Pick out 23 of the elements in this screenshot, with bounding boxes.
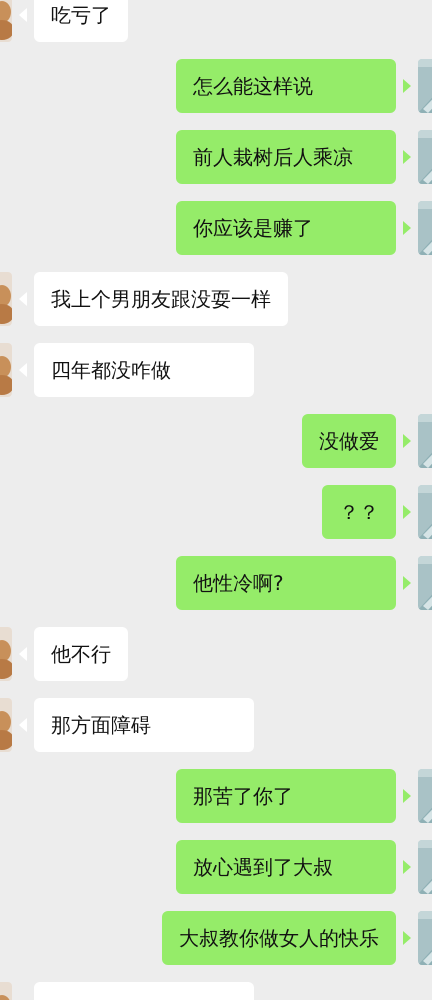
message-bubble: 没做爱	[302, 414, 396, 468]
bubble-tail	[403, 931, 411, 945]
bubble-tail	[403, 434, 411, 448]
bubble-tail	[403, 150, 411, 164]
message-bubble: 前人栽树后人乘凉	[176, 130, 396, 184]
message-bubble: 我上个男朋友跟没耍一样	[34, 272, 288, 326]
message-bubble: 放心遇到了大叔	[176, 840, 396, 894]
message-bubble: 他不行	[34, 627, 128, 681]
message-bubble: 你应该是赚了	[176, 201, 396, 255]
message-bubble: 他性冷啊?	[176, 556, 396, 610]
message-bubble: ？？	[322, 485, 396, 539]
message-bubble: 怎么能这样说	[176, 59, 396, 113]
message-bubble: 四年都没咋做	[34, 343, 254, 397]
bubble-tail	[403, 79, 411, 93]
message-bubble: 吃亏了	[34, 0, 128, 42]
bubble-tail	[403, 576, 411, 590]
bubble-tail	[403, 860, 411, 874]
bubble-tail	[403, 789, 411, 803]
message-bubble: 那苦了你了	[176, 769, 396, 823]
bubble-tail	[403, 505, 411, 519]
message-bubble: 那方面障碍	[34, 698, 254, 752]
bubble-tail	[403, 221, 411, 235]
message-bubble: 大叔教你做女人的快乐	[162, 911, 396, 965]
